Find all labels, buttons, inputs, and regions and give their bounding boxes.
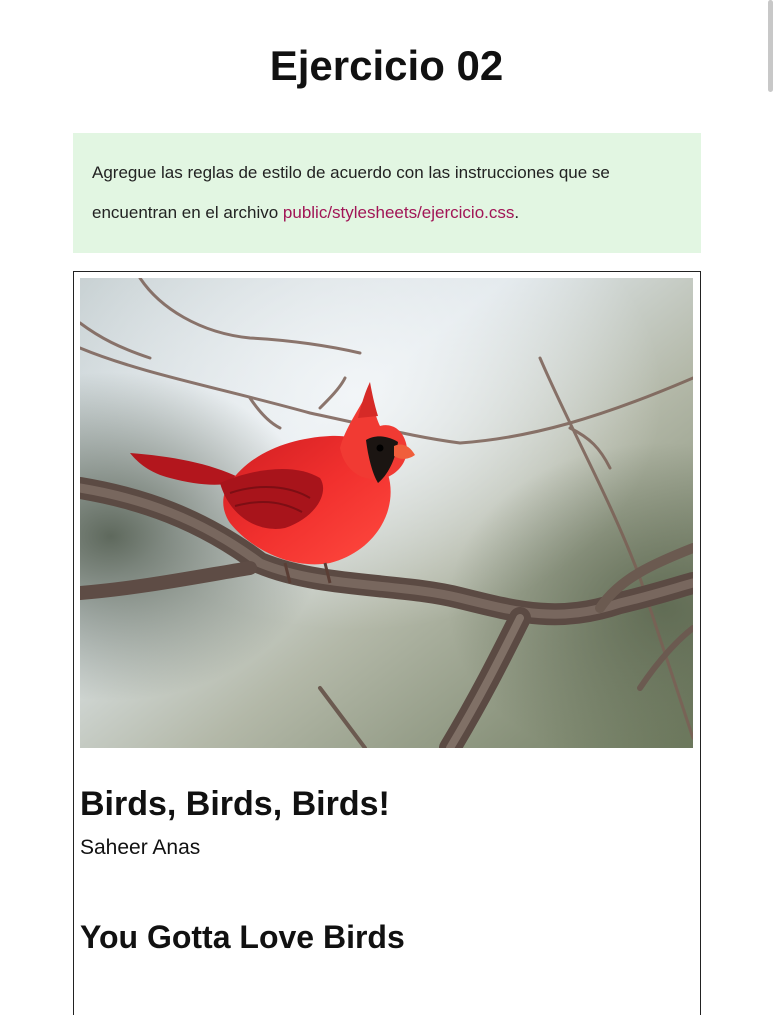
page-title: Ejercicio 02 xyxy=(269,42,504,89)
stylesheet-path: public/stylesheets/ejercicio.css xyxy=(282,203,515,222)
instructions-end: . xyxy=(514,203,520,222)
cardinal-photo xyxy=(80,278,693,748)
page: Ejercicio 02 Agregue las reglas de estil… xyxy=(0,0,773,1015)
card-title: Birds, Birds, Birds! xyxy=(80,785,390,823)
author-name: Saheer Anas xyxy=(80,836,201,859)
section-title: You Gotta Love Birds xyxy=(80,919,405,955)
bird-card: Birds, Birds, Birds! Saheer Anas You Got… xyxy=(73,271,701,1015)
instructions-box: Agregue las reglas de estilo de acuerdo … xyxy=(73,133,701,253)
